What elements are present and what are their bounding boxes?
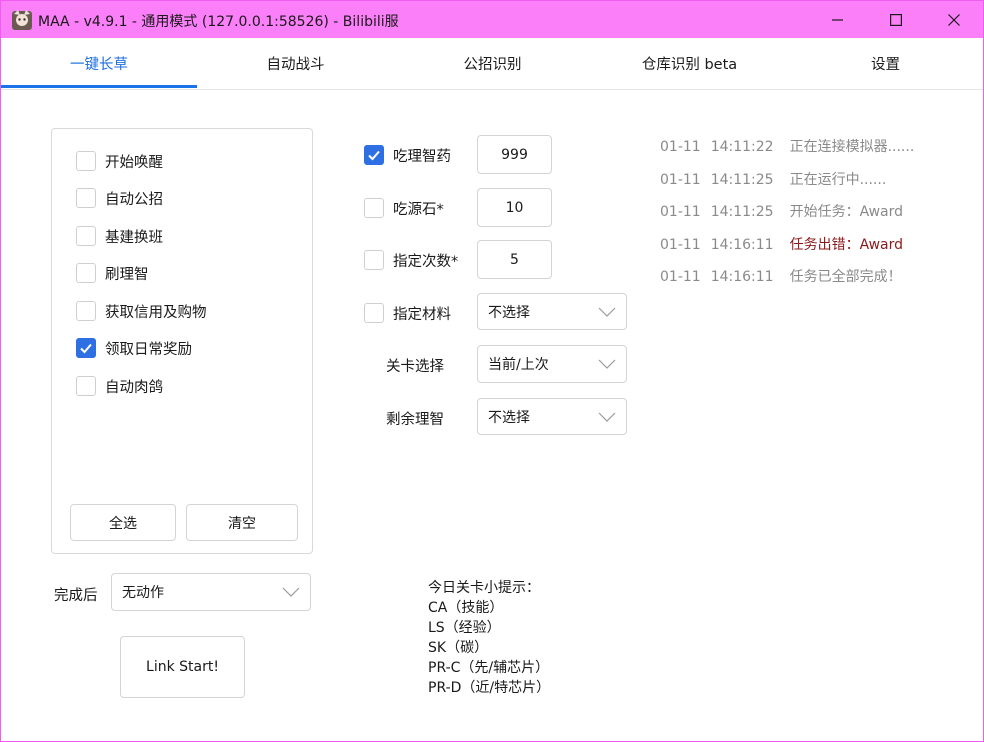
task-label: 刷理智 [105, 266, 149, 283]
maximize-button[interactable] [867, 1, 925, 38]
stone-count-input[interactable]: 10 [477, 188, 552, 227]
task-list-panel: 开始唤醒 自动公招 基建换班 刷理智 获取信用及购物 领取日常奖励 自动肉鸽 全… [51, 128, 313, 554]
use-stone-label: 吃源石* [393, 201, 444, 218]
task-item-roguelike[interactable]: 自动肉鸽 [76, 375, 163, 397]
tab-depot[interactable]: 仓库识别 beta [591, 38, 788, 89]
tips-line: CA（技能） [428, 600, 504, 616]
task-label: 领取日常奖励 [105, 341, 192, 358]
task-item-recruit[interactable]: 自动公招 [76, 187, 163, 209]
log-entry-error: 01-11 14:16:11 任务出错：Award [660, 234, 903, 254]
log-date: 01-11 [660, 172, 701, 188]
tab-settings[interactable]: 设置 [788, 38, 983, 89]
checkbox-checked[interactable] [364, 145, 384, 165]
chevron-down-icon [598, 307, 616, 317]
remaining-sanity-label: 剩余理智 [386, 412, 444, 428]
log-date: 01-11 [660, 269, 701, 285]
link-start-button[interactable]: Link Start! [120, 636, 245, 698]
tips-line: LS（经验） [428, 620, 501, 636]
set-times-option[interactable]: 指定次数* [364, 249, 458, 271]
after-complete-select[interactable]: 无动作 [111, 573, 311, 611]
task-item-mall[interactable]: 获取信用及购物 [76, 300, 207, 322]
remaining-sanity-select[interactable]: 不选择 [477, 398, 627, 435]
checkbox[interactable] [76, 376, 96, 396]
tips-line: SK（碳） [428, 640, 489, 656]
app-window: MAA - v4.9.1 - 通用模式 (127.0.0.1:58526) - … [0, 0, 984, 742]
log-date: 01-11 [660, 204, 701, 220]
tab-auto-battle[interactable]: 自动战斗 [197, 38, 394, 89]
checkbox[interactable] [76, 151, 96, 171]
close-button[interactable] [925, 1, 983, 38]
tips-line: PR-D（近/特芯片） [428, 680, 551, 696]
chevron-down-icon [598, 412, 616, 422]
set-material-option[interactable]: 指定材料 [364, 302, 451, 324]
stage-tips: 今日关卡小提示： CA（技能） LS（经验） SK（碳） PR-C（先/辅芯片）… [428, 578, 550, 698]
checkbox[interactable] [76, 263, 96, 283]
clear-button[interactable]: 清空 [186, 504, 298, 541]
log-entry: 01-11 14:16:11 任务已全部完成！ [660, 266, 902, 286]
active-tab-indicator [1, 85, 197, 88]
log-entry: 01-11 14:11:25 开始任务：Award [660, 201, 903, 221]
checkbox[interactable] [76, 301, 96, 321]
log-message: 开始任务：Award [789, 204, 904, 220]
task-label: 自动肉鸽 [105, 379, 163, 396]
use-medicine-label: 吃理智药 [393, 148, 451, 165]
task-item-fight[interactable]: 刷理智 [76, 262, 149, 284]
log-time: 14:11:22 [710, 139, 774, 155]
tips-line: PR-C（先/辅芯片） [428, 660, 550, 676]
log-time: 14:11:25 [710, 172, 774, 188]
stage-value: 当前/上次 [488, 357, 549, 373]
use-stone-option[interactable]: 吃源石* [364, 197, 444, 219]
checkmark-icon [368, 150, 380, 161]
task-item-base[interactable]: 基建换班 [76, 225, 163, 247]
log-entry: 01-11 14:11:22 正在连接模拟器...... [660, 136, 914, 156]
tips-heading: 今日关卡小提示： [428, 580, 540, 596]
task-label: 开始唤醒 [105, 154, 163, 171]
window-title: MAA - v4.9.1 - 通用模式 (127.0.0.1:58526) - … [38, 14, 399, 30]
task-label: 获取信用及购物 [105, 304, 207, 321]
minimize-button[interactable] [809, 1, 867, 38]
log-message: 正在运行中...... [789, 172, 887, 188]
title-bar[interactable]: MAA - v4.9.1 - 通用模式 (127.0.0.1:58526) - … [1, 1, 983, 38]
material-value: 不选择 [488, 304, 530, 321]
checkbox[interactable] [364, 250, 384, 270]
stage-select[interactable]: 当前/上次 [477, 345, 627, 383]
after-complete-label: 完成后 [54, 588, 98, 604]
task-label: 基建换班 [105, 229, 163, 246]
use-medicine-option[interactable]: 吃理智药 [364, 144, 451, 166]
medicine-count-input[interactable]: 999 [477, 135, 552, 174]
task-item-wakeup[interactable]: 开始唤醒 [76, 150, 163, 172]
log-date: 01-11 [660, 139, 701, 155]
select-all-button[interactable]: 全选 [70, 504, 176, 541]
chevron-down-icon [282, 587, 300, 597]
log-entry: 01-11 14:11:25 正在运行中...... [660, 169, 886, 189]
material-select[interactable]: 不选择 [477, 293, 627, 330]
set-times-label: 指定次数* [393, 253, 459, 270]
checkbox[interactable] [364, 303, 384, 323]
main-tabs: 一键长草 自动战斗 公招识别 仓库识别 beta 设置 [1, 38, 983, 90]
task-item-award[interactable]: 领取日常奖励 [76, 337, 192, 359]
log-time: 14:11:25 [710, 204, 774, 220]
remaining-sanity-value: 不选择 [488, 409, 530, 426]
times-count-input[interactable]: 5 [477, 240, 552, 279]
set-material-label: 指定材料 [393, 306, 451, 323]
after-complete-value: 无动作 [122, 585, 164, 601]
log-time: 14:16:11 [710, 269, 774, 285]
log-message: 任务出错：Award [789, 237, 904, 253]
chevron-down-icon [598, 359, 616, 369]
tab-one-key[interactable]: 一键长草 [1, 38, 197, 89]
checkbox[interactable] [364, 198, 384, 218]
checkmark-icon [80, 343, 92, 354]
task-label: 自动公招 [105, 191, 163, 208]
log-date: 01-11 [660, 237, 701, 253]
maa-app-icon [11, 9, 33, 31]
checkbox[interactable] [76, 188, 96, 208]
stage-select-label: 关卡选择 [386, 359, 444, 375]
tab-recruit[interactable]: 公招识别 [394, 38, 591, 89]
log-message: 正在连接模拟器...... [789, 139, 915, 155]
log-time: 14:16:11 [710, 237, 774, 253]
log-message: 任务已全部完成！ [789, 269, 902, 285]
checkbox-checked[interactable] [76, 338, 96, 358]
checkbox[interactable] [76, 226, 96, 246]
